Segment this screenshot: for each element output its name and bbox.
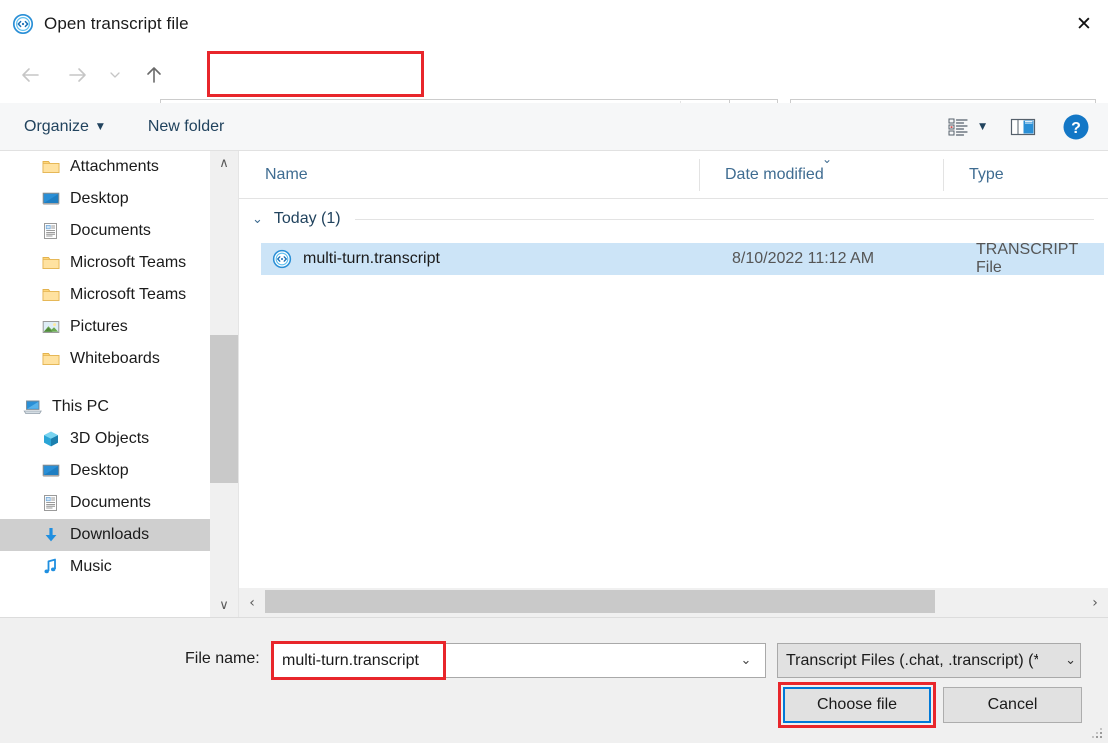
file-name-input[interactable]: multi-turn.transcript ⌄ — [273, 643, 766, 678]
dialog-footer — [0, 617, 1108, 743]
this-pc-icon — [20, 399, 46, 416]
music-icon — [38, 558, 64, 576]
arrow-left-icon[interactable] — [12, 57, 48, 93]
file-type-value: Transcript Files (.chat, .transcript) (*… — [786, 651, 1038, 669]
sidebar-item-desktop-pc[interactable]: Desktop — [0, 455, 210, 487]
chevron-down-icon[interactable]: ⌄ — [727, 644, 765, 677]
column-header-type[interactable]: Type — [943, 151, 1108, 198]
file-type-select[interactable]: Transcript Files (.chat, .transcript) (*… — [777, 643, 1081, 678]
sidebar-item-label: This PC — [52, 398, 109, 415]
sidebar-item-label: Attachments — [70, 158, 159, 175]
scrollbar-thumb[interactable] — [210, 335, 238, 483]
file-group-label: Today (1) — [273, 210, 341, 227]
file-list-pane[interactable]: Name ⌄ Date modified Type ⌄ Today (1) mu… — [239, 151, 1108, 617]
sidebar-item-whiteboards[interactable]: Whiteboards — [0, 343, 210, 375]
transcript-file-icon — [10, 11, 36, 37]
desktop-icon — [38, 191, 64, 207]
column-header-date-modified[interactable]: Date modified — [699, 151, 943, 198]
command-bar-right: ▼ ? — [947, 103, 1108, 151]
sidebar-item-music[interactable]: Music — [0, 551, 210, 583]
folder-icon — [38, 255, 64, 271]
chevron-down-icon: ▼ — [96, 121, 104, 132]
sidebar-item-label: Microsoft Teams — [70, 254, 187, 271]
documents-icon — [38, 494, 64, 512]
sidebar-item-downloads[interactable]: Downloads — [0, 519, 210, 551]
sidebar-item-label: Downloads — [70, 526, 150, 543]
sidebar-item-label: Desktop — [70, 190, 129, 207]
sidebar-item-label: Music — [70, 558, 112, 575]
column-header-name[interactable]: Name — [239, 151, 699, 198]
chevron-down-icon[interactable]: ▼ — [979, 122, 986, 132]
organize-button[interactable]: Organize ▼ — [24, 118, 104, 136]
preview-pane-icon[interactable] — [1010, 116, 1036, 138]
sidebar-item-microsoft-teams-2[interactable]: Microsoft Teams — [0, 279, 210, 311]
sidebar-item-this-pc[interactable]: This PC — [0, 391, 210, 423]
chevron-down-icon[interactable]: ⌄ — [252, 212, 263, 227]
scroll-up-icon[interactable]: ∧ — [210, 151, 238, 175]
window-title: Open transcript file — [44, 13, 189, 33]
title-bar: Open transcript file ✕ — [0, 0, 1108, 47]
documents-icon — [38, 222, 64, 240]
scroll-right-icon[interactable]: › — [1082, 595, 1108, 611]
sidebar-item-pictures[interactable]: Pictures — [0, 311, 210, 343]
scroll-down-icon[interactable]: ∨ — [210, 593, 238, 617]
file-type-cell: TRANSCRIPT File — [976, 241, 1078, 276]
transcript-file-icon — [269, 249, 295, 269]
3d-objects-icon — [38, 430, 64, 448]
sidebar-item-label: Whiteboards — [70, 350, 160, 367]
organize-label: Organize — [24, 117, 89, 135]
cancel-button[interactable]: Cancel — [943, 687, 1082, 723]
sidebar-item-microsoft-teams-1[interactable]: Microsoft Teams — [0, 247, 210, 279]
column-header-row: Name ⌄ Date modified Type — [239, 151, 1108, 199]
group-rule — [354, 218, 1094, 220]
sidebar-item-label: Documents — [70, 494, 151, 511]
sidebar-item-documents-pc[interactable]: Documents — [0, 487, 210, 519]
sidebar-item-label: Microsoft Teams — [70, 286, 187, 303]
pictures-icon — [38, 319, 64, 335]
help-icon[interactable]: ? — [1062, 113, 1090, 141]
sidebar-item-attachments[interactable]: Attachments — [0, 151, 210, 183]
file-group-header[interactable]: ⌄ Today (1) — [239, 199, 1108, 239]
folder-icon — [38, 287, 64, 303]
sidebar-item-label: Pictures — [70, 318, 128, 335]
view-options-icon[interactable] — [947, 116, 973, 138]
chevron-down-icon[interactable]: ⌄ — [1065, 644, 1076, 677]
horizontal-scrollbar[interactable]: ‹ › — [239, 588, 1108, 617]
table-row[interactable]: multi-turn.transcript 8/10/2022 11:12 AM… — [261, 241, 1104, 276]
folder-icon — [38, 159, 64, 175]
svg-text:?: ? — [1071, 120, 1081, 137]
scroll-left-icon[interactable]: ‹ — [239, 595, 265, 611]
command-bar: Organize ▼ New folder ▼ ? — [0, 103, 1108, 151]
sidebar-item-desktop[interactable]: Desktop — [0, 183, 210, 215]
choose-file-button[interactable]: Choose file — [783, 687, 931, 723]
sidebar-item-documents[interactable]: Documents — [0, 215, 210, 247]
arrow-up-icon[interactable] — [136, 57, 172, 93]
sidebar-item-3d-objects[interactable]: 3D Objects — [0, 423, 210, 455]
chevron-down-icon[interactable] — [102, 57, 128, 93]
file-name-label: File name: — [185, 650, 260, 667]
file-date-cell: 8/10/2022 11:12 AM — [732, 250, 875, 267]
file-name-value[interactable]: multi-turn.transcript — [282, 652, 419, 670]
new-folder-button[interactable]: New folder — [148, 118, 224, 136]
sidebar-scrollbar[interactable]: ∧ ∨ — [210, 151, 238, 617]
scrollbar-thumb[interactable] — [265, 590, 935, 613]
resize-grip[interactable] — [1092, 728, 1104, 740]
arrow-right-icon[interactable] — [60, 57, 96, 93]
navigation-sidebar[interactable]: Attachments Desktop Documents Microsoft … — [0, 151, 210, 617]
sidebar-item-label: Documents — [70, 222, 151, 239]
desktop-icon — [38, 463, 64, 479]
navigation-bar: › This PC › Downloads ↻ Search Downloads — [0, 47, 1108, 143]
file-name-cell: multi-turn.transcript — [303, 250, 440, 267]
sidebar-item-label: Desktop — [70, 462, 129, 479]
downloads-arrow-icon — [38, 526, 64, 544]
close-icon[interactable]: ✕ — [1060, 0, 1108, 47]
folder-icon — [38, 351, 64, 367]
sidebar-item-label: 3D Objects — [70, 430, 150, 447]
